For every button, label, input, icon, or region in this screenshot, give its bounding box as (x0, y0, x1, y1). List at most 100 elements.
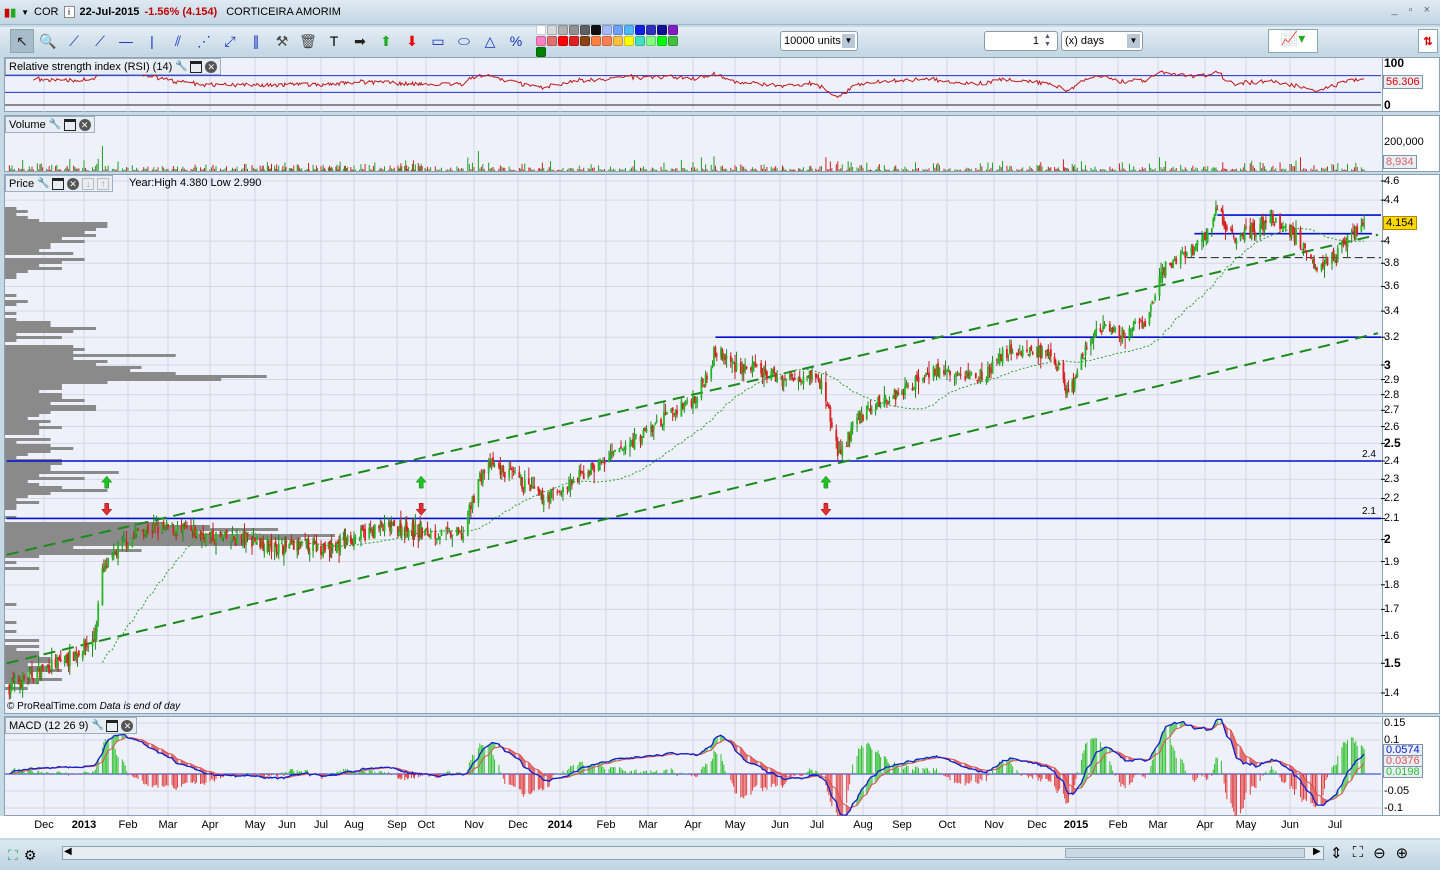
candle-body (131, 537, 134, 547)
candle-body (304, 539, 307, 541)
horizontal-scrollbar[interactable] (62, 846, 1324, 860)
candle-body (1104, 324, 1107, 326)
volume-profile-bar (5, 270, 28, 273)
candle-body (665, 412, 668, 415)
wrench-icon[interactable]: 🔧 (49, 119, 61, 131)
x-tick-label: Mar (1148, 819, 1168, 831)
candle-body (514, 471, 516, 473)
zoom-out-icon[interactable]: ⊖ (1373, 844, 1386, 862)
candle-body (635, 434, 637, 436)
x-tick-label: Dec (34, 819, 54, 831)
candle-body (1118, 325, 1121, 339)
candle-body (956, 374, 959, 376)
wrench-icon[interactable]: 🔧 (91, 720, 103, 732)
scroll-left-icon[interactable]: ◀ (64, 846, 72, 857)
candle-body (829, 407, 832, 422)
volume-profile-bar (5, 393, 62, 396)
candle-body (434, 530, 437, 539)
wrench-icon[interactable]: 🔧 (175, 61, 187, 73)
arrow-up-icon (820, 475, 832, 489)
volume-profile-bar (5, 621, 17, 624)
candle-body (300, 540, 303, 547)
candle-body (1084, 345, 1087, 356)
candle-body (562, 486, 564, 493)
chart-canvas (5, 58, 1385, 820)
fit-icon[interactable]: ⛶ (1353, 844, 1364, 862)
x-tick-label: Feb (596, 819, 616, 831)
settings-icon[interactable]: ⚙ (24, 847, 37, 864)
x-tick-label: Apr (1196, 819, 1214, 831)
chart-type-icon[interactable]: ⛶ (8, 847, 18, 864)
scroll-right-icon[interactable]: ▶ (1313, 846, 1321, 857)
candle-body (1067, 388, 1070, 393)
close-icon[interactable]: ✕ (205, 60, 218, 73)
volume-profile-bar (5, 555, 40, 558)
candle-body (856, 417, 858, 425)
volume-profile-bar (5, 318, 17, 321)
close-icon[interactable]: ✕ (78, 118, 91, 131)
price-axis-label: 3.4 (1384, 305, 1400, 318)
candle-body (521, 477, 523, 489)
x-tick-label: Aug (853, 819, 873, 831)
candle-body (107, 557, 110, 568)
candle-body (870, 410, 873, 412)
candle-body (456, 527, 458, 536)
candle-body (949, 370, 951, 376)
candle-body (1206, 232, 1209, 242)
candle-body (1210, 227, 1213, 233)
candle-body (851, 421, 854, 430)
candle-body (533, 486, 536, 489)
candle-body (426, 527, 429, 535)
candle-body (830, 422, 833, 428)
window-icon[interactable] (106, 719, 119, 732)
volume-profile-bar (5, 225, 108, 228)
price-axis-label: 3.8 (1384, 257, 1400, 270)
volume-profile-bar (5, 603, 17, 606)
candle-body (215, 533, 217, 543)
candle-body (503, 471, 506, 478)
volume-profile-bar (5, 384, 62, 387)
volume-profile-bar (5, 414, 40, 417)
candle-body (928, 372, 930, 378)
x-tick-label: Apr (684, 819, 702, 831)
candle-body (549, 489, 552, 504)
volume-profile-bar (5, 369, 131, 372)
rsi-line (33, 69, 1365, 99)
candle-body (527, 478, 530, 485)
volume-profile-bar (5, 687, 28, 690)
candle-body (850, 428, 853, 442)
window-icon[interactable] (52, 177, 65, 190)
close-icon[interactable]: ✕ (121, 719, 134, 732)
candle-body (425, 528, 427, 531)
x-tick-label: Nov (464, 819, 484, 831)
scrollbar-thumb[interactable] (1065, 848, 1305, 858)
zoom-in-icon[interactable]: ⊕ (1396, 844, 1409, 862)
volume-profile-bar (5, 303, 17, 306)
auto-scale-icon[interactable]: ⇕ (1330, 844, 1343, 862)
candle-body (45, 665, 48, 670)
volume-profile-bar (5, 507, 17, 510)
candle-body (865, 406, 868, 419)
candle-body (1049, 349, 1052, 357)
footer: © ProRealTime.com Data is end of day (7, 701, 180, 712)
candle-body (760, 363, 763, 374)
window-icon[interactable] (63, 118, 76, 131)
window-icon[interactable] (190, 60, 203, 73)
volume-profile-bar (5, 426, 62, 429)
candle-body (285, 540, 287, 548)
candle-body (1103, 325, 1106, 328)
volume-profile-bar (5, 567, 40, 570)
candle-body (959, 374, 962, 376)
close-icon[interactable]: ✕ (67, 177, 80, 190)
x-tick-label: 2013 (71, 819, 97, 831)
candle-body (820, 381, 823, 391)
candle-body (346, 535, 349, 543)
volume-profile-bar (5, 294, 17, 297)
candle-body (1001, 348, 1004, 364)
volume-profile-bar (5, 219, 40, 222)
wrench-icon[interactable]: 🔧 (37, 178, 49, 190)
volume-profile-bar (5, 396, 62, 399)
candle-body (609, 452, 612, 461)
candle-body (655, 419, 658, 422)
candle-body (1263, 222, 1266, 231)
